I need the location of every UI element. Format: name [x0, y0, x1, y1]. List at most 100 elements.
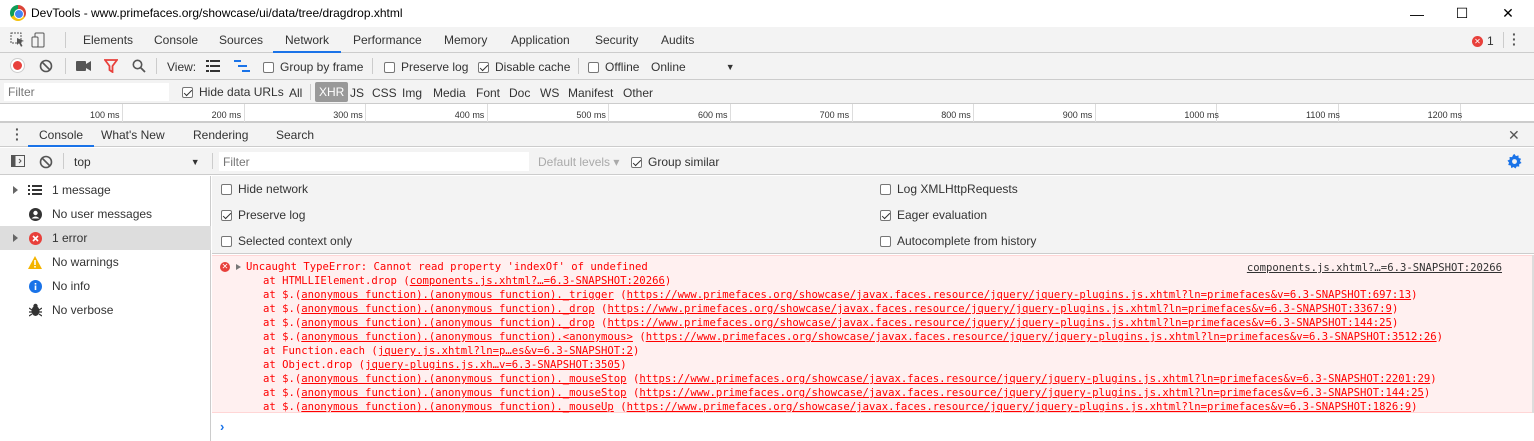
- stack-frame-link[interactable]: https://www.primefaces.org/showcase/java…: [639, 387, 1424, 399]
- sidebar-item-warnings[interactable]: No warnings: [0, 250, 211, 274]
- type-filter-css[interactable]: CSS: [372, 86, 397, 100]
- network-timeline-overview[interactable]: 100 ms 200 ms 300 ms 400 ms 500 ms 600 ms 700 …: [0, 104, 1534, 122]
- timeline-tick-label: 700 ms: [819, 110, 850, 120]
- type-filter-all[interactable]: All: [289, 86, 302, 100]
- type-filter-xhr[interactable]: XHR: [315, 82, 349, 102]
- console-sidebar: 1 message No user messages 1 error No wa…: [0, 176, 211, 441]
- eager-evaluation-checkbox[interactable]: Eager evaluation: [880, 208, 987, 222]
- drawer-tab-rendering[interactable]: Rendering: [193, 123, 248, 147]
- expand-triangle-icon[interactable]: [236, 264, 241, 270]
- drawer-tab-whats-new[interactable]: What's New: [101, 123, 165, 147]
- timeline-tick-label: 1100 ms: [1306, 110, 1340, 120]
- timeline-tick-label: 100 ms: [90, 110, 120, 120]
- large-rows-icon[interactable]: [206, 60, 220, 72]
- type-filter-other[interactable]: Other: [623, 86, 653, 100]
- screenshot-camera-icon[interactable]: [76, 61, 91, 71]
- type-filter-doc[interactable]: Doc: [509, 86, 530, 100]
- type-filter-manifest[interactable]: Manifest: [568, 86, 613, 100]
- stack-frame-link[interactable]: https://www.primefaces.org/showcase/java…: [646, 331, 1437, 343]
- window-titlebar: DevTools - www.primefaces.org/showcase/u…: [0, 0, 1534, 27]
- selected-context-only-checkbox[interactable]: Selected context only: [221, 234, 352, 248]
- tab-audits[interactable]: Audits: [661, 27, 694, 53]
- preserve-log-console-checkbox[interactable]: Preserve log: [221, 208, 305, 222]
- type-filter-media[interactable]: Media: [433, 86, 466, 100]
- stack-frame-link[interactable]: jquery-plugins.js.xh…v=6.3-SNAPSHOT:3505: [365, 359, 620, 371]
- show-sidebar-icon[interactable]: [11, 155, 25, 167]
- stack-frame: at $.(anonymous function).(anonymous fun…: [263, 317, 1399, 329]
- network-filter-bar: Hide data URLs All XHR JS CSS Img Media …: [0, 80, 1534, 104]
- expand-arrow-icon[interactable]: [13, 234, 18, 242]
- tab-sources[interactable]: Sources: [219, 27, 263, 53]
- stack-frame-link[interactable]: https://www.primefaces.org/showcase/java…: [607, 317, 1392, 329]
- group-similar-checkbox[interactable]: Group similar: [631, 155, 719, 169]
- error-source-link[interactable]: components.js.xhtml?…=6.3-SNAPSHOT:20266: [1247, 261, 1502, 275]
- inspect-element-icon[interactable]: [10, 32, 26, 48]
- drawer-menu-icon[interactable]: · · ·: [15, 122, 20, 146]
- offline-checkbox[interactable]: Offline: [588, 60, 639, 74]
- stack-frame-link[interactable]: jquery.js.xhtml?ln=p…es&v=6.3-SNAPSHOT:2: [378, 345, 633, 357]
- stack-frame-function: anonymous function).(anonymous function)…: [301, 401, 614, 413]
- context-select[interactable]: top ▼: [74, 155, 200, 169]
- console-prompt[interactable]: ›: [220, 419, 224, 434]
- console-toolbar: top▼ Default levels ▾ Group similar: [0, 148, 1534, 175]
- chevron-down-icon: ▼: [725, 62, 735, 72]
- type-filter-js[interactable]: JS: [350, 86, 364, 100]
- more-options-icon[interactable]: · · ·: [1512, 27, 1517, 51]
- filter-funnel-icon[interactable]: [104, 59, 118, 73]
- close-window-button[interactable]: ✕: [1485, 0, 1531, 27]
- stack-frame-link[interactable]: components.js.xhtml?…=6.3-SNAPSHOT:20266: [410, 275, 665, 287]
- minimize-button[interactable]: —: [1394, 0, 1440, 27]
- clear-console-icon[interactable]: [39, 155, 53, 169]
- stack-frame-link[interactable]: https://www.primefaces.org/showcase/java…: [639, 373, 1430, 385]
- timeline-gridline: [243, 104, 245, 122]
- tab-security[interactable]: Security: [595, 27, 638, 53]
- sidebar-item-user-messages[interactable]: No user messages: [0, 202, 211, 226]
- stack-frame: at Object.drop (jquery-plugins.js.xh…v=6…: [263, 359, 627, 371]
- device-toolbar-icon[interactable]: [31, 32, 49, 48]
- disable-cache-checkbox[interactable]: Disable cache: [478, 60, 570, 74]
- log-levels-select[interactable]: Default levels ▾: [538, 155, 619, 169]
- network-filter-input[interactable]: [4, 83, 169, 101]
- timeline-gridline: [730, 104, 731, 122]
- autocomplete-history-checkbox[interactable]: Autocomplete from history: [880, 234, 1036, 248]
- hide-network-checkbox[interactable]: Hide network: [221, 182, 308, 196]
- tab-performance[interactable]: Performance: [353, 27, 422, 53]
- close-drawer-icon[interactable]: ✕: [1508, 127, 1520, 144]
- stack-frame-link[interactable]: https://www.primefaces.org/showcase/java…: [627, 401, 1412, 413]
- maximize-button[interactable]: ☐: [1439, 0, 1485, 27]
- sidebar-item-errors[interactable]: 1 error: [0, 226, 211, 250]
- tab-memory[interactable]: Memory: [444, 27, 487, 53]
- sidebar-item-info[interactable]: No info: [0, 274, 211, 298]
- type-filter-ws[interactable]: WS: [540, 86, 559, 100]
- drawer-tab-console[interactable]: Console: [28, 123, 95, 147]
- timeline-gridline: [1094, 104, 1096, 122]
- log-xhr-checkbox[interactable]: Log XMLHttpRequests: [880, 182, 1018, 196]
- stack-frame-link[interactable]: https://www.primefaces.org/showcase/java…: [607, 303, 1392, 315]
- timeline-tick-label: 1200 ms: [1427, 110, 1463, 120]
- sidebar-item-messages[interactable]: 1 message: [0, 178, 211, 202]
- console-error-message: ✕ Uncaught TypeError: Cannot read proper…: [212, 255, 1532, 413]
- sidebar-item-verbose[interactable]: No verbose: [0, 298, 211, 322]
- tab-console[interactable]: Console: [154, 27, 198, 53]
- preserve-log-checkbox[interactable]: Preserve log: [384, 60, 468, 74]
- tab-elements[interactable]: Elements: [83, 27, 133, 53]
- info-icon: [28, 279, 42, 293]
- hide-data-urls-checkbox[interactable]: Hide data URLs: [182, 85, 284, 99]
- console-settings-gear-icon[interactable]: [1507, 154, 1522, 169]
- expand-arrow-icon[interactable]: [13, 186, 18, 194]
- tab-application[interactable]: Application: [511, 27, 570, 53]
- tab-network[interactable]: Network: [273, 27, 342, 53]
- type-filter-font[interactable]: Font: [476, 86, 500, 100]
- drawer-tab-search[interactable]: Search: [276, 123, 314, 147]
- throttling-select[interactable]: Online ▼: [651, 60, 735, 74]
- search-icon[interactable]: [132, 59, 146, 73]
- stack-frame-function: anonymous function).(anonymous function)…: [301, 303, 595, 315]
- clear-icon[interactable]: [39, 59, 53, 73]
- waterfall-overview-icon[interactable]: [234, 60, 250, 72]
- console-filter-input[interactable]: [219, 152, 529, 171]
- type-filter-img[interactable]: Img: [402, 86, 422, 100]
- error-counter[interactable]: ✕ 1: [1472, 34, 1494, 48]
- stack-frame-link[interactable]: https://www.primefaces.org/showcase/java…: [627, 289, 1412, 301]
- group-by-frame-checkbox[interactable]: Group by frame: [263, 60, 363, 74]
- record-button[interactable]: [11, 59, 24, 72]
